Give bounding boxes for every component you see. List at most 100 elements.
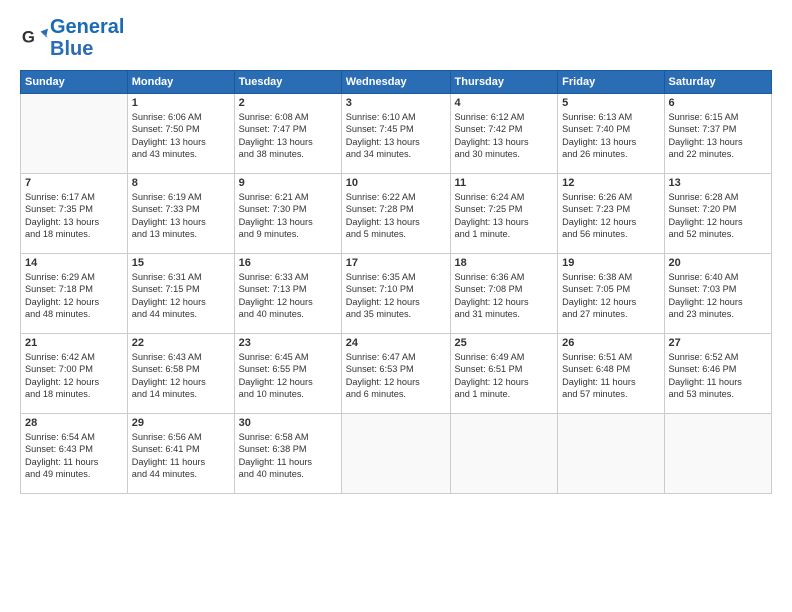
svg-text:G: G xyxy=(22,28,35,47)
calendar-cell: 3Sunrise: 6:10 AM Sunset: 7:45 PM Daylig… xyxy=(341,94,450,174)
day-number: 27 xyxy=(669,337,768,349)
weekday-header: Monday xyxy=(127,71,234,94)
day-info: Sunrise: 6:38 AM Sunset: 7:05 PM Dayligh… xyxy=(562,271,659,321)
logo-text: General Blue xyxy=(50,16,124,60)
calendar-cell: 16 Sunrise: 6:33 AM Sunset: 7:13 PM Dayli… xyxy=(234,254,341,334)
calendar-cell xyxy=(450,414,558,494)
calendar-cell: 1 Sunrise: 6:06 AM Sunset: 7:50 PM Daylig… xyxy=(127,94,234,174)
day-number: 26 xyxy=(562,337,659,349)
calendar-cell: 30 Sunrise: 6:58 AM Sunset: 6:38 PM Dayli… xyxy=(234,414,341,494)
day-number: 16 xyxy=(239,257,337,269)
calendar-cell: 2Sunrise: 6:08 AM Sunset: 7:47 PM Daylig… xyxy=(234,94,341,174)
day-number: 24 xyxy=(346,337,446,349)
calendar-cell: 24 Sunrise: 6:47 AM Sunset: 6:53 PM Dayli… xyxy=(341,334,450,414)
logo: G General Blue xyxy=(20,16,124,60)
day-info: Sunrise: 6:35 AM Sunset: 7:10 PM Dayligh… xyxy=(346,271,446,321)
day-number: 3 xyxy=(346,97,446,109)
day-number: 21 xyxy=(25,337,123,349)
calendar-cell: 13 Sunrise: 6:28 AM Sunset: 7:20 PM Dayli… xyxy=(664,174,772,254)
day-number: 29 xyxy=(132,417,230,429)
calendar-cell: 26 Sunrise: 6:51 AM Sunset: 6:48 PM Dayli… xyxy=(558,334,664,414)
weekday-header: Wednesday xyxy=(341,71,450,94)
day-number: 6 xyxy=(669,97,768,109)
day-info: Sunrise: 6:54 AM Sunset: 6:43 PM Dayligh… xyxy=(25,431,123,481)
day-number: 5 xyxy=(562,97,659,109)
day-number: 10 xyxy=(346,177,446,189)
day-number: 13 xyxy=(669,177,768,189)
calendar-cell: 20 Sunrise: 6:40 AM Sunset: 7:03 PM Dayli… xyxy=(664,254,772,334)
day-number: 17 xyxy=(346,257,446,269)
day-info: Sunrise: 6:15 AM Sunset: 7:37 PM Dayligh… xyxy=(669,111,768,161)
day-info: Sunrise: 6:40 AM Sunset: 7:03 PM Dayligh… xyxy=(669,271,768,321)
calendar-cell: 4Sunrise: 6:12 AM Sunset: 7:42 PM Daylig… xyxy=(450,94,558,174)
calendar-cell xyxy=(558,414,664,494)
calendar-cell: 10 Sunrise: 6:22 AM Sunset: 7:28 PM Dayli… xyxy=(341,174,450,254)
day-info: Sunrise: 6:22 AM Sunset: 7:28 PM Dayligh… xyxy=(346,191,446,241)
day-number: 23 xyxy=(239,337,337,349)
day-number: 15 xyxy=(132,257,230,269)
weekday-header: Friday xyxy=(558,71,664,94)
calendar-cell: 6 Sunrise: 6:15 AM Sunset: 7:37 PM Daylig… xyxy=(664,94,772,174)
calendar-cell: 8Sunrise: 6:19 AM Sunset: 7:33 PM Daylig… xyxy=(127,174,234,254)
calendar-week-row: 21Sunrise: 6:42 AM Sunset: 7:00 PM Dayli… xyxy=(21,334,772,414)
day-info: Sunrise: 6:26 AM Sunset: 7:23 PM Dayligh… xyxy=(562,191,659,241)
day-number: 20 xyxy=(669,257,768,269)
calendar-week-row: 28Sunrise: 6:54 AM Sunset: 6:43 PM Dayli… xyxy=(21,414,772,494)
calendar-cell xyxy=(341,414,450,494)
calendar-table: SundayMondayTuesdayWednesdayThursdayFrid… xyxy=(20,70,772,494)
day-number: 9 xyxy=(239,177,337,189)
day-info: Sunrise: 6:56 AM Sunset: 6:41 PM Dayligh… xyxy=(132,431,230,481)
day-info: Sunrise: 6:51 AM Sunset: 6:48 PM Dayligh… xyxy=(562,351,659,401)
calendar-cell: 18Sunrise: 6:36 AM Sunset: 7:08 PM Dayli… xyxy=(450,254,558,334)
day-info: Sunrise: 6:33 AM Sunset: 7:13 PM Dayligh… xyxy=(239,271,337,321)
calendar-cell xyxy=(664,414,772,494)
day-number: 18 xyxy=(455,257,554,269)
calendar-header-row: SundayMondayTuesdayWednesdayThursdayFrid… xyxy=(21,71,772,94)
calendar-week-row: 7 Sunrise: 6:17 AM Sunset: 7:35 PM Daylig… xyxy=(21,174,772,254)
day-info: Sunrise: 6:28 AM Sunset: 7:20 PM Dayligh… xyxy=(669,191,768,241)
calendar-cell: 11 Sunrise: 6:24 AM Sunset: 7:25 PM Dayli… xyxy=(450,174,558,254)
day-info: Sunrise: 6:43 AM Sunset: 6:58 PM Dayligh… xyxy=(132,351,230,401)
calendar-cell: 12 Sunrise: 6:26 AM Sunset: 7:23 PM Dayli… xyxy=(558,174,664,254)
day-number: 7 xyxy=(25,177,123,189)
day-info: Sunrise: 6:49 AM Sunset: 6:51 PM Dayligh… xyxy=(455,351,554,401)
calendar-cell: 14 Sunrise: 6:29 AM Sunset: 7:18 PM Dayli… xyxy=(21,254,128,334)
day-info: Sunrise: 6:45 AM Sunset: 6:55 PM Dayligh… xyxy=(239,351,337,401)
calendar-cell xyxy=(21,94,128,174)
day-info: Sunrise: 6:58 AM Sunset: 6:38 PM Dayligh… xyxy=(239,431,337,481)
calendar-cell: 9 Sunrise: 6:21 AM Sunset: 7:30 PM Daylig… xyxy=(234,174,341,254)
day-info: Sunrise: 6:08 AM Sunset: 7:47 PM Dayligh… xyxy=(239,111,337,161)
calendar-cell: 25 Sunrise: 6:49 AM Sunset: 6:51 PM Dayli… xyxy=(450,334,558,414)
weekday-header: Tuesday xyxy=(234,71,341,94)
logo-icon: G xyxy=(20,24,48,52)
day-info: Sunrise: 6:13 AM Sunset: 7:40 PM Dayligh… xyxy=(562,111,659,161)
day-number: 12 xyxy=(562,177,659,189)
day-number: 30 xyxy=(239,417,337,429)
calendar-week-row: 14 Sunrise: 6:29 AM Sunset: 7:18 PM Dayli… xyxy=(21,254,772,334)
day-info: Sunrise: 6:21 AM Sunset: 7:30 PM Dayligh… xyxy=(239,191,337,241)
day-number: 11 xyxy=(455,177,554,189)
day-number: 14 xyxy=(25,257,123,269)
day-info: Sunrise: 6:17 AM Sunset: 7:35 PM Dayligh… xyxy=(25,191,123,241)
day-info: Sunrise: 6:19 AM Sunset: 7:33 PM Dayligh… xyxy=(132,191,230,241)
day-number: 19 xyxy=(562,257,659,269)
day-info: Sunrise: 6:06 AM Sunset: 7:50 PM Dayligh… xyxy=(132,111,230,161)
day-info: Sunrise: 6:29 AM Sunset: 7:18 PM Dayligh… xyxy=(25,271,123,321)
calendar-cell: 28Sunrise: 6:54 AM Sunset: 6:43 PM Dayli… xyxy=(21,414,128,494)
day-info: Sunrise: 6:31 AM Sunset: 7:15 PM Dayligh… xyxy=(132,271,230,321)
calendar-week-row: 1 Sunrise: 6:06 AM Sunset: 7:50 PM Daylig… xyxy=(21,94,772,174)
page-header: G General Blue xyxy=(20,16,772,60)
calendar-cell: 21Sunrise: 6:42 AM Sunset: 7:00 PM Dayli… xyxy=(21,334,128,414)
day-number: 4 xyxy=(455,97,554,109)
weekday-header: Saturday xyxy=(664,71,772,94)
calendar-cell: 5 Sunrise: 6:13 AM Sunset: 7:40 PM Daylig… xyxy=(558,94,664,174)
calendar-cell: 27Sunrise: 6:52 AM Sunset: 6:46 PM Dayli… xyxy=(664,334,772,414)
calendar-cell: 23 Sunrise: 6:45 AM Sunset: 6:55 PM Dayli… xyxy=(234,334,341,414)
day-info: Sunrise: 6:24 AM Sunset: 7:25 PM Dayligh… xyxy=(455,191,554,241)
day-number: 1 xyxy=(132,97,230,109)
calendar-cell: 19 Sunrise: 6:38 AM Sunset: 7:05 PM Dayli… xyxy=(558,254,664,334)
calendar-cell: 15 Sunrise: 6:31 AM Sunset: 7:15 PM Dayli… xyxy=(127,254,234,334)
day-info: Sunrise: 6:47 AM Sunset: 6:53 PM Dayligh… xyxy=(346,351,446,401)
calendar-cell: 7 Sunrise: 6:17 AM Sunset: 7:35 PM Daylig… xyxy=(21,174,128,254)
day-number: 25 xyxy=(455,337,554,349)
